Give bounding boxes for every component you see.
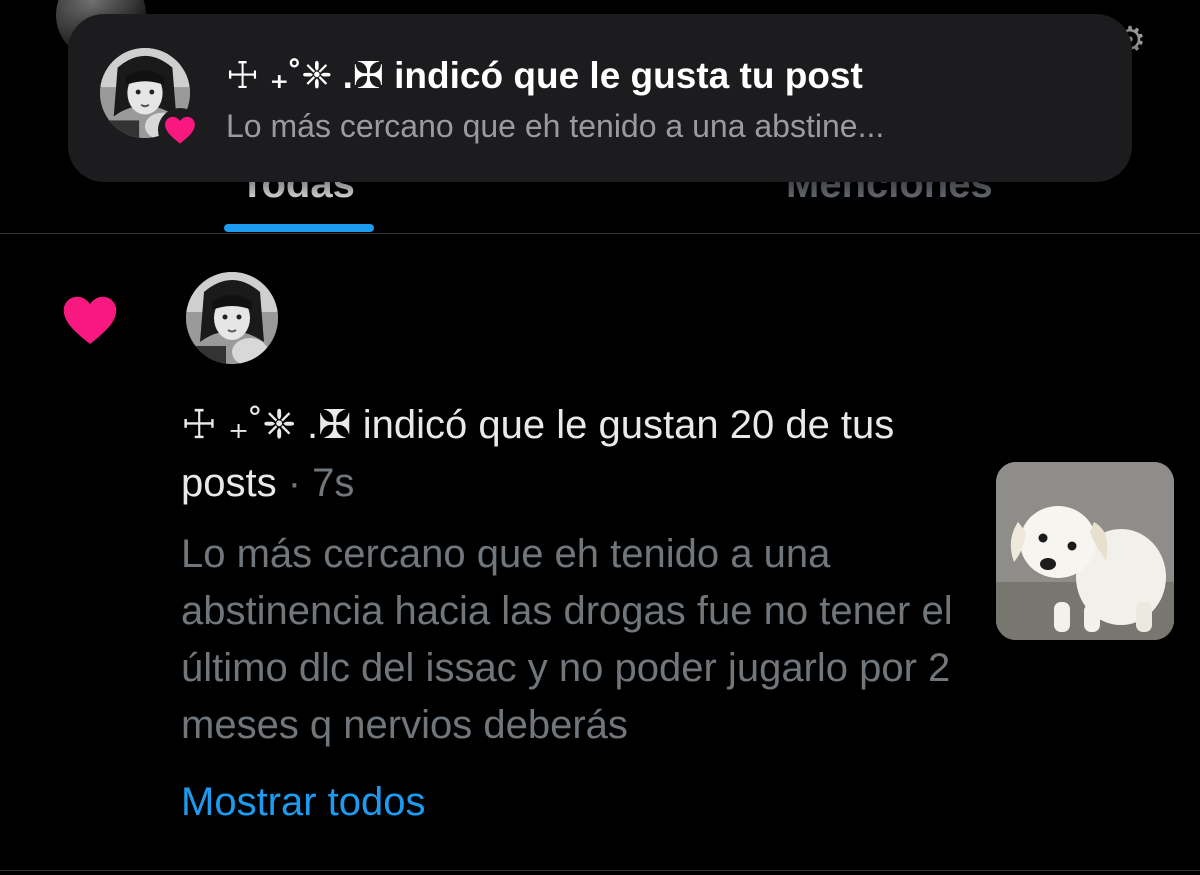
banner-title: ☩ ₊˚❈ .✠ indicó que le gusta tu post: [226, 55, 863, 96]
divider: [0, 233, 1200, 234]
divider: [0, 870, 1200, 871]
push-notification-banner[interactable]: ☩ ₊˚❈ .✠ indicó que le gusta tu post Lo …: [68, 14, 1132, 182]
banner-subtitle: Lo más cercano que eh tenido a una absti…: [226, 108, 885, 144]
show-all-link[interactable]: Mostrar todos: [181, 780, 426, 825]
active-tab-indicator: [224, 224, 374, 232]
post-thumbnail[interactable]: [996, 462, 1174, 640]
avatar[interactable]: [186, 272, 278, 364]
notification-separator: ·: [276, 461, 313, 505]
post-preview-text[interactable]: Lo más cercano que eh tenido a una absti…: [181, 526, 971, 754]
heart-icon: [63, 296, 117, 344]
notification-timestamp: 7s: [312, 461, 355, 505]
notification-text[interactable]: ☩ ₊˚❈ .✠ indicó que le gustan 20 de tus …: [181, 396, 961, 512]
heart-icon: [158, 108, 202, 152]
notifications-page: ⚙ Todas Menciones ☩ ₊˚❈ .✠ indicó que le…: [0, 0, 1200, 875]
